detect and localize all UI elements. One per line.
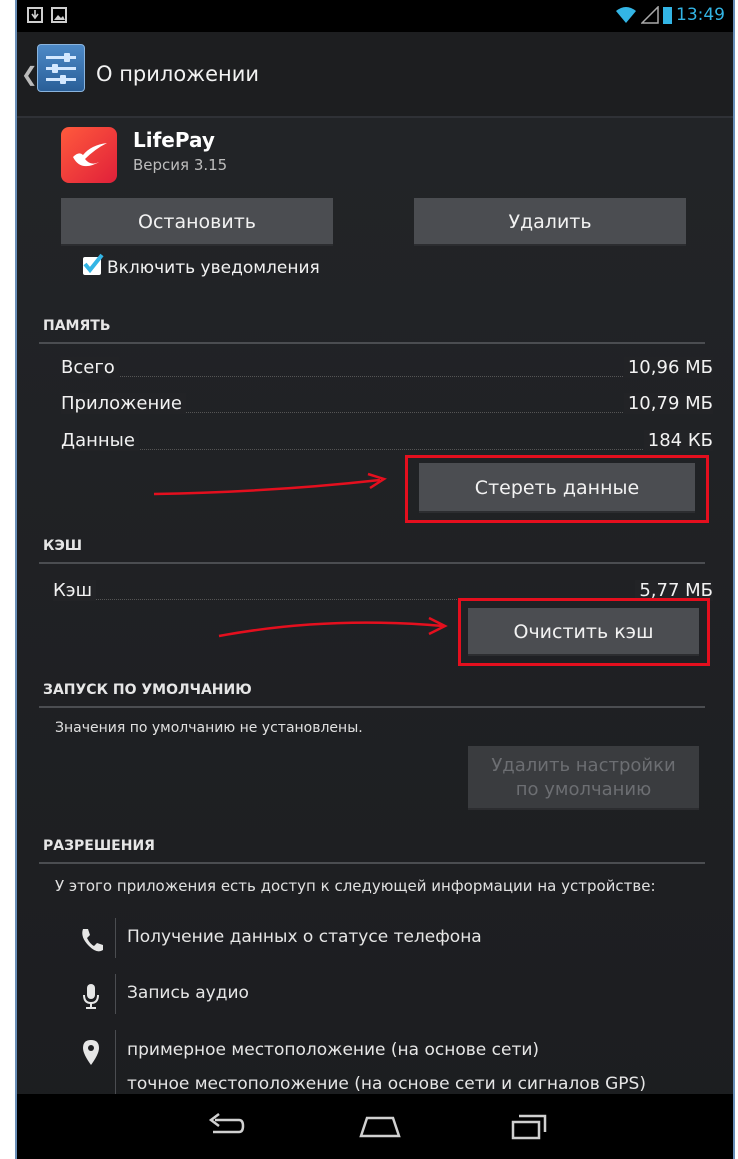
lifepay-app-icon (61, 127, 117, 183)
recent-apps-icon[interactable] (509, 1108, 549, 1144)
image-icon (51, 7, 67, 23)
storage-app-label: Приложение (61, 393, 187, 414)
storage-row-dots (61, 376, 647, 377)
up-caret-icon[interactable]: ❮ (21, 62, 38, 86)
storage-row-dots (61, 449, 647, 450)
battery-icon (663, 6, 672, 24)
stop-button-label: Остановить (138, 211, 256, 233)
cache-divider (39, 562, 705, 564)
microphone-icon (83, 984, 99, 1009)
permission-record-audio: Запись аудио (127, 983, 249, 1003)
uninstall-button[interactable]: Удалить (414, 198, 686, 246)
permissions-divider (39, 862, 705, 864)
location-pin-icon (83, 1040, 99, 1065)
clear-data-highlight-box (405, 455, 709, 523)
settings-sliders-icon[interactable] (37, 44, 85, 92)
navigation-bar (17, 1094, 733, 1159)
clear-defaults-button[interactable]: Удалить настройки по умолчанию (468, 746, 699, 810)
red-arrow-annotation (153, 472, 387, 496)
launch-default-header: ЗАПУСК ПО УМОЛЧАНИЮ (43, 682, 252, 698)
home-icon[interactable] (357, 1108, 403, 1144)
storage-total-label: Всего (61, 357, 119, 378)
permission-fine-location: точное местоположение (на основе сети и … (127, 1074, 646, 1094)
status-right-icons: 13:49 (615, 5, 725, 25)
clear-defaults-line1: Удалить настройки (491, 755, 676, 776)
notifications-label[interactable]: Включить уведомления (107, 258, 320, 278)
status-bar: 13:49 (17, 0, 733, 32)
storage-data-label: Данные (61, 430, 139, 451)
launch-default-divider (39, 706, 705, 708)
signal-icon (641, 6, 659, 24)
status-left-icons (27, 7, 67, 23)
permissions-header: РАЗРЕШЕНИЯ (43, 838, 155, 854)
launch-default-text: Значения по умолчанию не установлены. (55, 720, 363, 736)
action-bar: ❮ О приложении (17, 32, 733, 118)
cache-label: Кэш (53, 580, 97, 601)
permission-separator (115, 1030, 116, 1094)
cache-header: КЭШ (43, 538, 83, 554)
storage-total-value: 10,96 МБ (623, 357, 713, 378)
storage-header: ПАМЯТЬ (43, 318, 111, 334)
checkmark-icon (83, 253, 104, 273)
app-name: LifePay (133, 128, 215, 152)
app-version: Версия 3.15 (133, 156, 228, 174)
back-icon[interactable] (205, 1108, 245, 1144)
storage-data-value: 184 КБ (643, 430, 713, 451)
download-icon (27, 7, 43, 23)
storage-app-value: 10,79 МБ (623, 393, 713, 414)
clear-defaults-line2: по умолчанию (515, 779, 652, 800)
stop-button[interactable]: Остановить (61, 198, 333, 246)
permission-separator (115, 974, 116, 1014)
phone-icon (82, 929, 103, 952)
status-time: 13:49 (676, 5, 725, 25)
clear-cache-highlight-box (458, 598, 710, 666)
red-arrow-annotation (218, 616, 448, 638)
settings-screen: 13:49 ❮ О приложении LifePay Версия 3.15… (17, 0, 733, 1159)
wifi-icon (616, 7, 636, 23)
permission-phone-status: Получение данных о статусе телефона (127, 927, 482, 947)
notifications-checkbox[interactable] (83, 253, 104, 275)
permissions-intro: У этого приложения есть доступ к следующ… (55, 877, 656, 895)
device-frame: 13:49 ❮ О приложении LifePay Версия 3.15… (15, 0, 735, 1159)
permission-separator (115, 918, 116, 958)
uninstall-button-label: Удалить (508, 211, 592, 233)
storage-divider (39, 342, 705, 344)
permission-coarse-location: примерное местоположение (на основе сети… (127, 1040, 540, 1060)
page-title: О приложении (96, 62, 260, 86)
